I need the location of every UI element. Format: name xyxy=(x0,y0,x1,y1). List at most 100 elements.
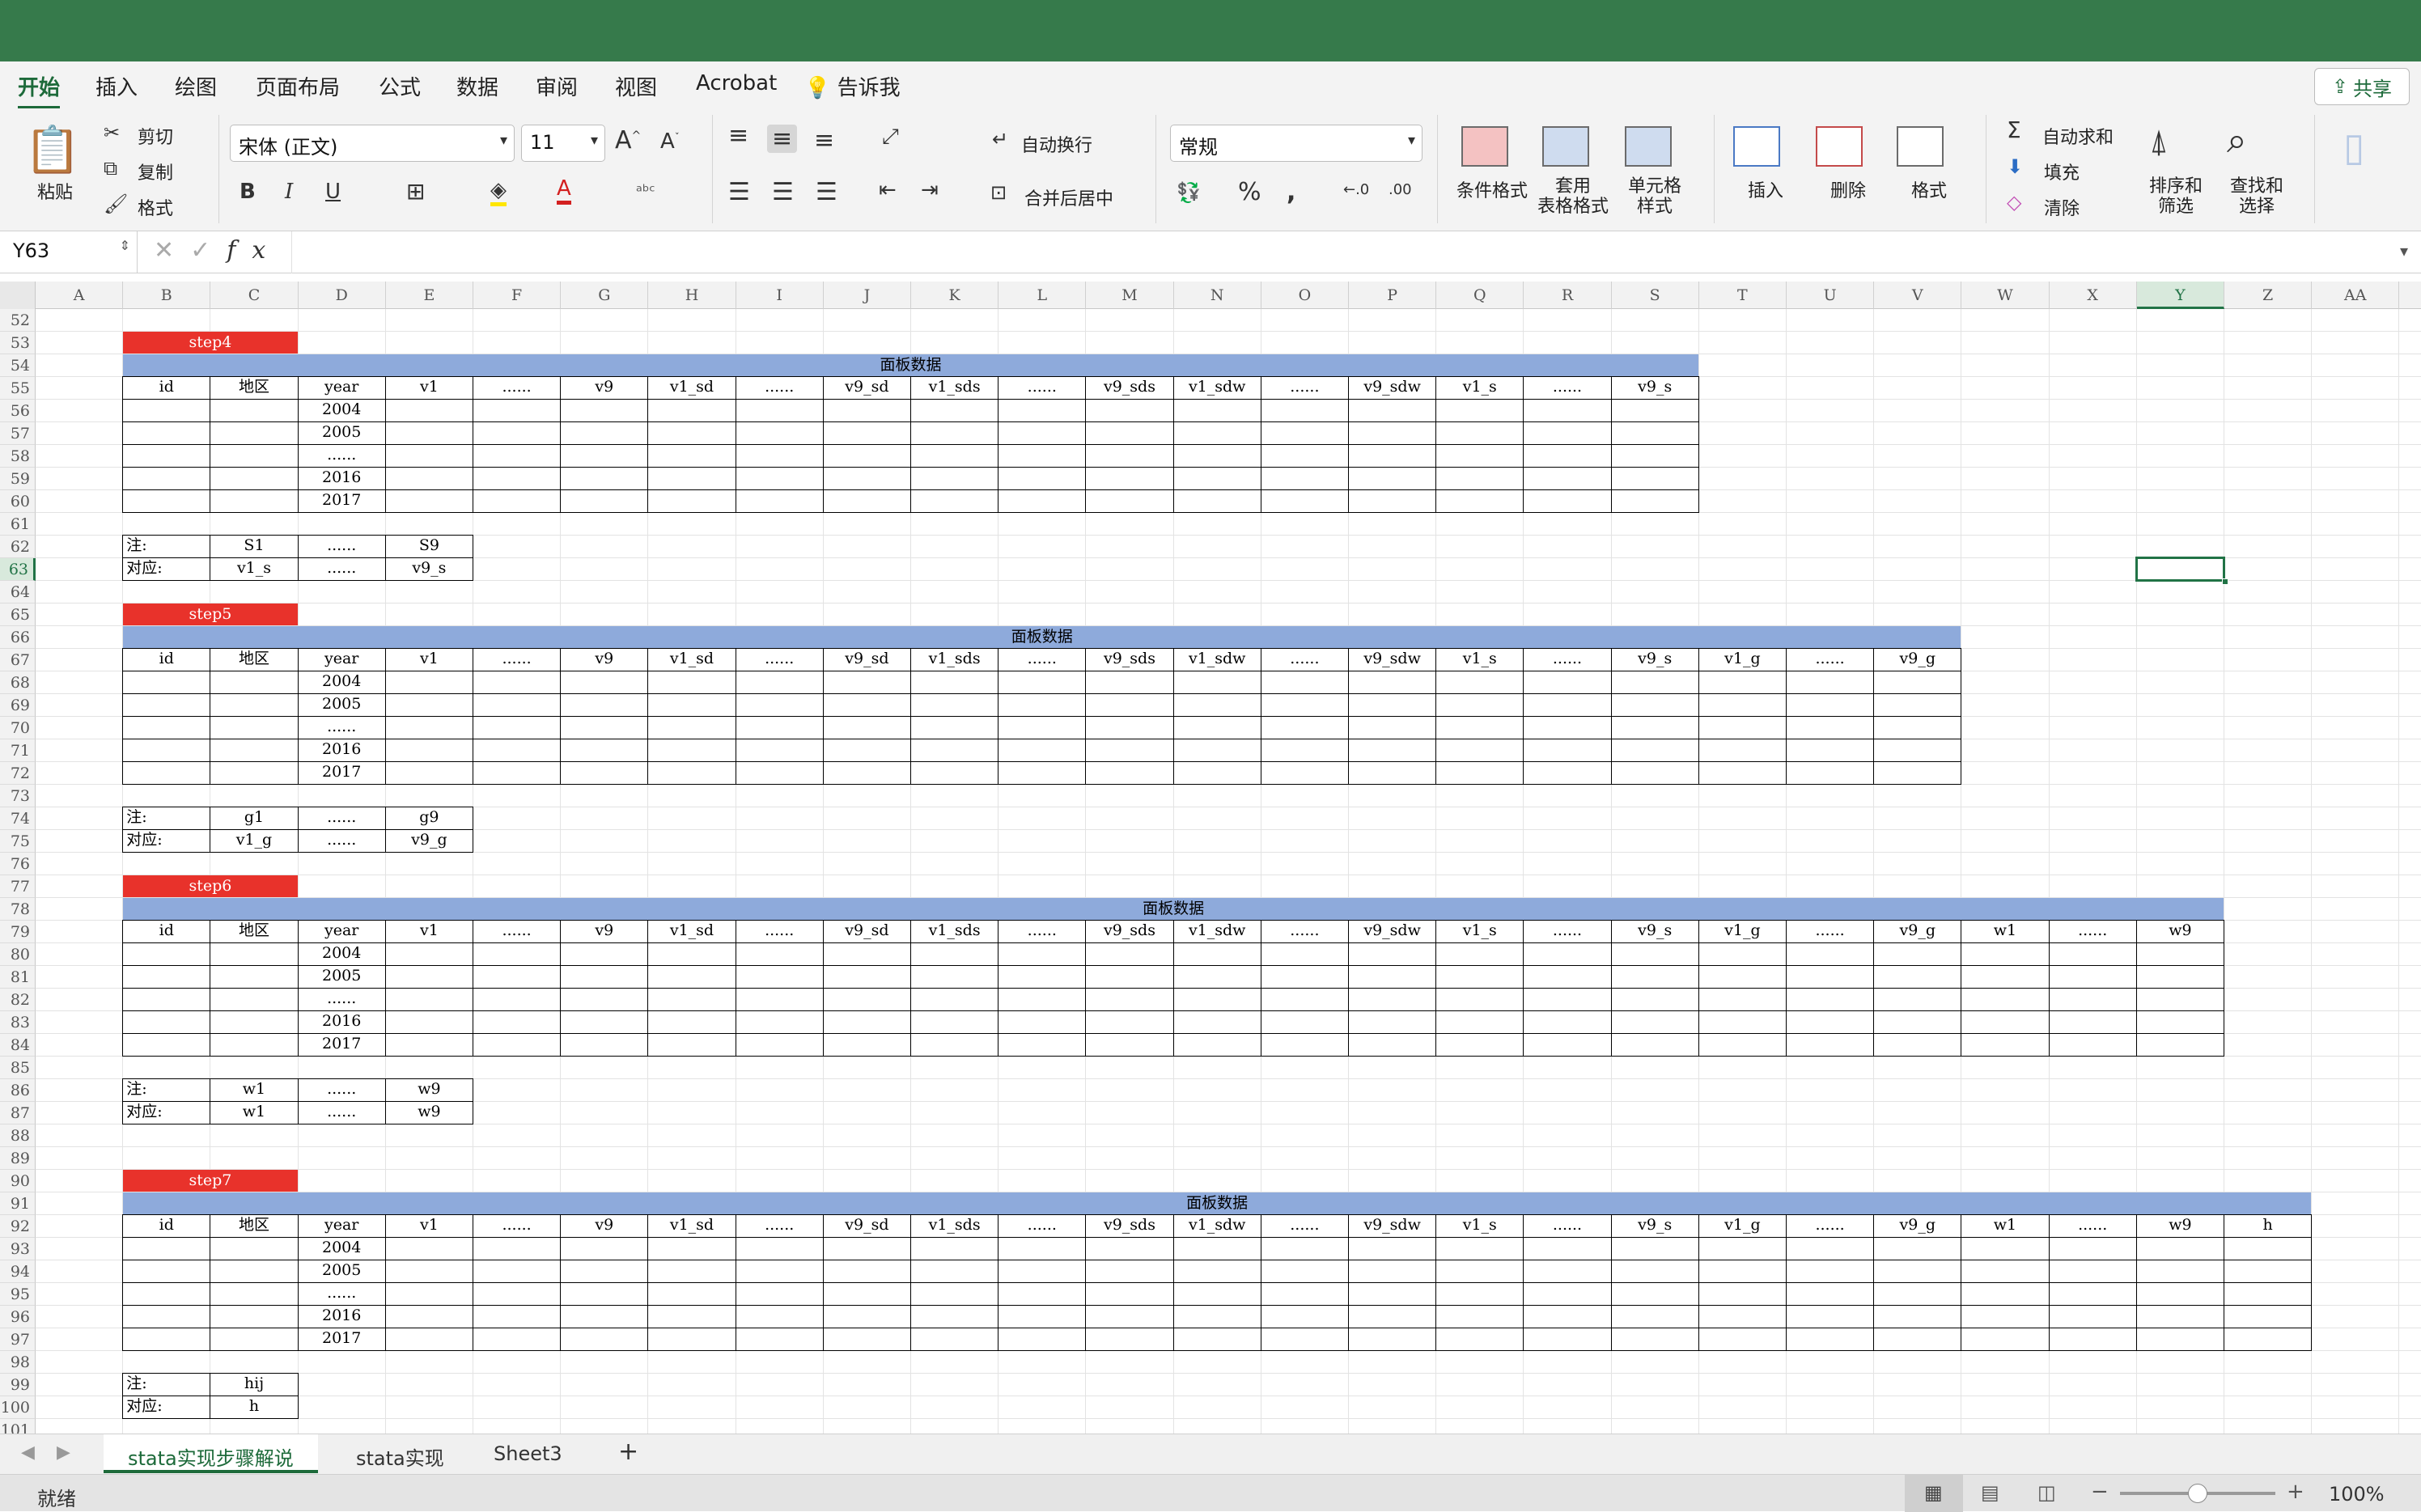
tab-scroll-left-icon[interactable]: ◀ xyxy=(21,1442,35,1463)
note-cell[interactable]: w1 xyxy=(210,1078,299,1102)
table-cell[interactable] xyxy=(1961,1237,2050,1260)
column-header[interactable]: P xyxy=(1349,282,1437,309)
table-cell[interactable] xyxy=(2048,1328,2137,1351)
column-header[interactable]: X xyxy=(2050,282,2137,309)
table-cell[interactable] xyxy=(1786,739,1875,762)
table-cell[interactable] xyxy=(1786,1010,1875,1034)
spinner-icon[interactable]: ⇕ xyxy=(120,238,130,253)
table-cell[interactable] xyxy=(998,988,1087,1011)
table-header-cell[interactable]: ...... xyxy=(998,648,1087,671)
column-header[interactable]: C xyxy=(210,282,299,309)
table-cell[interactable] xyxy=(1085,421,1174,445)
table-cell[interactable] xyxy=(2135,1010,2224,1034)
table-cell[interactable] xyxy=(1610,739,1699,762)
table-cell[interactable] xyxy=(1786,693,1875,717)
table-cell[interactable] xyxy=(1348,693,1437,717)
table-cell[interactable] xyxy=(210,965,299,989)
table-cell[interactable] xyxy=(1348,671,1437,694)
table-cell[interactable] xyxy=(473,399,562,422)
table-header-cell[interactable]: v1_sdw xyxy=(1172,920,1261,943)
note-cell[interactable]: 对应: xyxy=(122,1101,211,1124)
table-cell[interactable] xyxy=(910,1282,999,1306)
column-header[interactable]: A xyxy=(36,282,124,309)
add-sheet-icon[interactable]: + xyxy=(599,1434,658,1473)
table-header-cell[interactable]: v9_sd xyxy=(822,1214,911,1238)
table-header-cell[interactable]: ...... xyxy=(1523,376,1612,400)
table-cell[interactable] xyxy=(560,1237,649,1260)
table-cell[interactable] xyxy=(1786,942,1875,966)
ribbon-tab[interactable]: 公式 xyxy=(379,71,421,101)
zoom-out-icon[interactable]: − xyxy=(2091,1480,2109,1504)
table-cell[interactable] xyxy=(1260,693,1349,717)
row-header[interactable]: 53 xyxy=(0,332,36,354)
orientation-icon[interactable]: ⤢ xyxy=(882,125,899,150)
table-cell[interactable] xyxy=(647,965,736,989)
table-cell[interactable] xyxy=(910,467,999,490)
table-cell[interactable] xyxy=(1786,1282,1875,1306)
table-cell[interactable] xyxy=(1523,693,1612,717)
paste-icon[interactable]: 📋 xyxy=(24,123,81,176)
decrease-indent-icon[interactable]: ⇤ xyxy=(879,178,897,202)
table-cell[interactable] xyxy=(1786,716,1875,739)
table-cell[interactable] xyxy=(384,1282,473,1306)
table-cell[interactable] xyxy=(735,942,824,966)
table-cell[interactable] xyxy=(1435,444,1524,468)
column-header[interactable]: W xyxy=(1961,282,2050,309)
table-cell[interactable] xyxy=(1786,1328,1875,1351)
align-middle-icon[interactable]: ≡ xyxy=(767,125,798,153)
table-cell[interactable] xyxy=(1172,965,1261,989)
note-cell[interactable]: 注: xyxy=(122,1078,211,1102)
table-cell[interactable] xyxy=(1961,1260,2050,1283)
table-cell[interactable] xyxy=(210,444,299,468)
row-header[interactable]: 75 xyxy=(0,830,36,853)
font-color-icon[interactable]: A xyxy=(557,176,571,205)
table-cell[interactable] xyxy=(122,693,211,717)
table-cell[interactable] xyxy=(910,988,999,1011)
table-cell[interactable] xyxy=(647,671,736,694)
increase-indent-icon[interactable]: ⇥ xyxy=(921,178,939,202)
table-cell[interactable] xyxy=(1610,1282,1699,1306)
underline-button[interactable]: U xyxy=(325,180,341,204)
table-cell[interactable] xyxy=(998,489,1087,513)
table-cell[interactable] xyxy=(1172,1305,1261,1328)
table-cell[interactable] xyxy=(1698,1282,1787,1306)
table-header-cell[interactable]: 地区 xyxy=(210,1214,299,1238)
table-cell[interactable] xyxy=(910,761,999,785)
table-format-icon[interactable] xyxy=(1542,126,1589,167)
table-cell[interactable] xyxy=(1698,739,1787,762)
table-cell[interactable] xyxy=(1085,399,1174,422)
table-cell[interactable] xyxy=(998,693,1087,717)
table-cell[interactable] xyxy=(1348,1328,1437,1351)
table-cell[interactable] xyxy=(735,1282,824,1306)
table-cell[interactable] xyxy=(998,1260,1087,1283)
table-cell[interactable] xyxy=(910,1305,999,1328)
table-cell[interactable] xyxy=(998,965,1087,989)
table-cell[interactable] xyxy=(473,716,562,739)
table-cell[interactable] xyxy=(122,1010,211,1034)
table-cell[interactable] xyxy=(735,1010,824,1034)
year-cell[interactable]: 2017 xyxy=(297,761,386,785)
table-cell[interactable] xyxy=(735,444,824,468)
row-header[interactable]: 92 xyxy=(0,1215,36,1238)
table-cell[interactable] xyxy=(1260,467,1349,490)
table-cell[interactable] xyxy=(210,1328,299,1351)
table-cell[interactable] xyxy=(998,1010,1087,1034)
row-header[interactable]: 80 xyxy=(0,943,36,966)
align-left-icon[interactable]: ☰ xyxy=(728,178,750,206)
row-header[interactable]: 60 xyxy=(0,490,36,513)
table-cell[interactable] xyxy=(1523,444,1612,468)
year-cell[interactable]: 2016 xyxy=(297,739,386,762)
table-cell[interactable] xyxy=(1260,739,1349,762)
table-cell[interactable] xyxy=(822,1033,911,1057)
table-cell[interactable] xyxy=(998,1282,1087,1306)
table-cell[interactable] xyxy=(647,988,736,1011)
table-cell[interactable] xyxy=(1873,942,1962,966)
row-header[interactable]: 94 xyxy=(0,1260,36,1283)
table-cell[interactable] xyxy=(1435,942,1524,966)
table-cell[interactable] xyxy=(910,1033,999,1057)
year-cell[interactable]: ...... xyxy=(297,1282,386,1306)
table-cell[interactable] xyxy=(998,444,1087,468)
table-cell[interactable] xyxy=(1085,942,1174,966)
table-cell[interactable] xyxy=(910,1328,999,1351)
row-header[interactable]: 84 xyxy=(0,1034,36,1057)
